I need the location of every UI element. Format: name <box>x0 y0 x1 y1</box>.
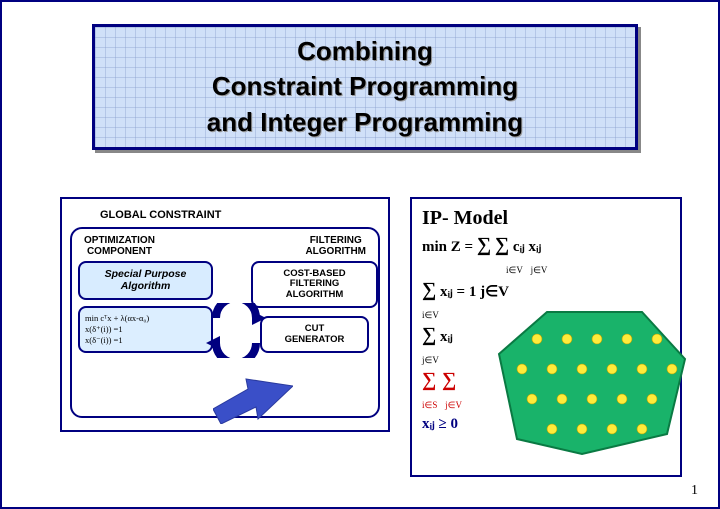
math-line-1: min cᵀx + λ(αx-α₀) <box>85 313 206 324</box>
ip-model-title: IP- Model <box>422 207 670 230</box>
top-labels-row: OPTIMIZATION COMPONENT FILTERING ALGORIT… <box>78 235 372 261</box>
title-line-3: and Integer Programming <box>207 105 523 140</box>
global-constraint-label: GLOBAL CONSTRAINT <box>100 209 380 221</box>
global-constraint-panel: GLOBAL CONSTRAINT OPTIMIZATION COMPONENT… <box>60 197 390 432</box>
constraint-3: ∑ ∑ i∈S j∈V <box>422 369 670 411</box>
math-line-2: x(δ⁺(i)) =1 <box>85 324 206 335</box>
ip-model-panel: IP- Model min Z = ∑ ∑ cᵢⱼ xᵢⱼ i∈V j∈V ∑ … <box>410 197 682 477</box>
optimization-label: OPTIMIZATION COMPONENT <box>84 235 155 257</box>
math-line-3: x(δ⁻(i)) =1 <box>85 335 206 346</box>
cut-generator-box: CUT GENERATOR <box>260 316 370 353</box>
title-box: Combining Constraint Programming and Int… <box>92 24 638 150</box>
bound-line: xᵢⱼ ≥ 0 <box>422 414 670 433</box>
title-line-2: Constraint Programming <box>212 69 518 104</box>
inner-row: Special Purpose Algorithm min cᵀx + λ(αx… <box>78 261 372 353</box>
objective-line: min Z = ∑ ∑ cᵢⱼ xᵢⱼ i∈V j∈V <box>422 234 670 276</box>
global-constraint-box: OPTIMIZATION COMPONENT FILTERING ALGORIT… <box>70 227 380 418</box>
math-box: min cᵀx + λ(αx-α₀) x(δ⁺(i)) =1 x(δ⁻(i)) … <box>78 306 213 353</box>
special-purpose-box: Special Purpose Algorithm <box>78 261 213 300</box>
title-line-1: Combining <box>297 34 433 69</box>
cost-based-box: COST-BASED FILTERING ALGORITHM <box>251 261 378 308</box>
constraint-2: ∑ xᵢⱼ j∈V <box>422 324 670 366</box>
slide-container: Combining Constraint Programming and Int… <box>0 0 720 509</box>
constraint-1: ∑ xᵢⱼ = 1 j∈V i∈V <box>422 279 670 321</box>
page-number: 1 <box>691 483 698 499</box>
right-stack: COST-BASED FILTERING ALGORITHM CUT GENER… <box>257 261 372 353</box>
left-stack: Special Purpose Algorithm min cᵀx + λ(αx… <box>78 261 213 353</box>
filtering-label: FILTERING ALGORITHM <box>305 235 366 257</box>
big-arrow-icon <box>213 374 293 424</box>
